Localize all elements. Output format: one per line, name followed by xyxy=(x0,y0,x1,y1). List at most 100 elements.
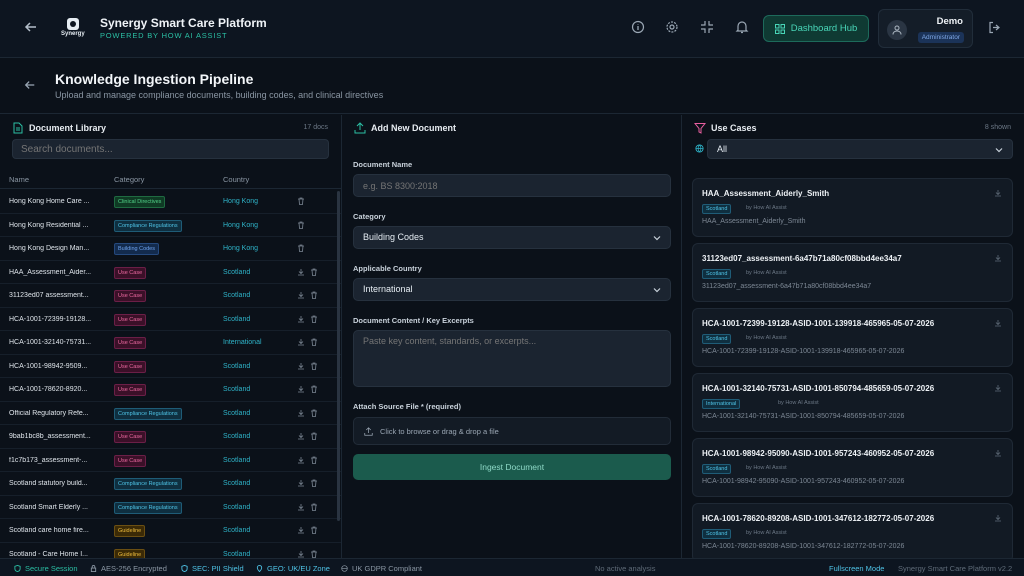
download-icon[interactable] xyxy=(994,384,1002,392)
country-select[interactable]: International xyxy=(353,278,671,301)
download-icon[interactable] xyxy=(297,479,305,487)
trash-icon[interactable] xyxy=(310,362,318,370)
table-row[interactable]: HCA-1001-32140-75731... Use Case Internati… xyxy=(0,331,341,355)
use-case-card[interactable]: HAA_Assessment_Aiderly_Smith Scotland by H… xyxy=(692,178,1013,237)
table-row[interactable]: 31123ed07 assessment... Use Case Scotland xyxy=(0,284,341,308)
trash-icon[interactable] xyxy=(297,221,305,229)
category-badge-label: Clinical Directives xyxy=(114,196,166,208)
trash-icon[interactable] xyxy=(310,503,318,511)
country-filter-select[interactable]: All xyxy=(707,139,1013,159)
table-row[interactable]: HAA_Assessment_Aider... Use Case Scotland xyxy=(0,261,341,284)
search-input[interactable] xyxy=(12,139,329,159)
download-icon[interactable] xyxy=(297,432,305,440)
category-badge-label: Use Case xyxy=(114,337,147,349)
trash-icon[interactable] xyxy=(297,197,305,205)
table-row[interactable]: Hong Kong Design Man... Building Codes Hon… xyxy=(0,237,341,261)
form-title: Add New Document xyxy=(371,123,457,133)
country-link[interactable]: Scotland xyxy=(223,269,250,276)
fullscreen-button[interactable]: Fullscreen Mode xyxy=(829,564,884,573)
info-icon[interactable] xyxy=(631,20,647,36)
country-link[interactable]: Hong Kong xyxy=(223,198,258,205)
country-link[interactable]: Scotland xyxy=(223,363,250,370)
dashboard-hub-button[interactable]: Dashboard Hub xyxy=(763,15,869,42)
download-icon[interactable] xyxy=(994,514,1002,522)
country-link[interactable]: Hong Kong xyxy=(223,222,258,229)
country-link[interactable]: Scotland xyxy=(223,316,250,323)
download-icon[interactable] xyxy=(297,268,305,276)
download-icon[interactable] xyxy=(297,362,305,370)
logout-button[interactable] xyxy=(988,21,1002,35)
download-icon[interactable] xyxy=(297,503,305,511)
country-link[interactable]: Hong Kong xyxy=(223,245,258,252)
trash-icon[interactable] xyxy=(310,550,318,558)
back-button[interactable] xyxy=(22,20,40,38)
download-icon[interactable] xyxy=(297,291,305,299)
download-icon[interactable] xyxy=(994,254,1002,262)
use-case-card[interactable]: HCA-1001-72399-19128-ASID-1001-139918-46… xyxy=(692,308,1013,367)
download-icon[interactable] xyxy=(994,319,1002,327)
encryption-text: AES-256 Encrypted xyxy=(101,564,167,573)
row-actions xyxy=(297,432,318,440)
trash-icon[interactable] xyxy=(310,409,318,417)
table-row[interactable]: 9bab1bc8b_assessment... Use Case Scotland xyxy=(0,425,341,449)
trash-icon[interactable] xyxy=(310,315,318,323)
table-row[interactable]: HCA-1001-72399-19128... Use Case Scotland xyxy=(0,308,341,331)
scrollbar[interactable] xyxy=(337,191,340,521)
table-row[interactable]: Hong Kong Home Care ... Clinical Directiv… xyxy=(0,190,341,214)
country-link[interactable]: Scotland xyxy=(223,480,250,487)
country-link[interactable]: Scotland xyxy=(223,504,250,511)
table-row[interactable]: Scotland care home fire... Guideline Scotl… xyxy=(0,519,341,543)
collapse-icon[interactable] xyxy=(700,20,716,36)
download-icon[interactable] xyxy=(297,526,305,534)
page-back-button[interactable] xyxy=(24,79,36,94)
country-link[interactable]: Scotland xyxy=(223,292,250,299)
ingest-document-button[interactable]: Ingest Document xyxy=(353,454,671,480)
table-row[interactable]: Scotland Smart Elderly ... Compliance Reg… xyxy=(0,496,341,519)
use-case-card[interactable]: 31123ed07_assessment-6a47b71a80cf08bbd4e… xyxy=(692,243,1013,302)
trash-icon[interactable] xyxy=(310,338,318,346)
download-icon[interactable] xyxy=(297,338,305,346)
content-textarea[interactable] xyxy=(353,330,671,387)
country-link[interactable]: Scotland xyxy=(223,457,250,464)
download-icon[interactable] xyxy=(297,385,305,393)
use-case-title: HCA-1001-32140-75731-ASID-1001-850794-48… xyxy=(702,384,935,393)
use-case-card[interactable]: HCA-1001-98942-95090-ASID-1001-957243-46… xyxy=(692,438,1013,497)
category-select[interactable]: Building Codes xyxy=(353,226,671,249)
author-text: by How AI Assist xyxy=(746,270,787,276)
country-link[interactable]: Scotland xyxy=(223,433,250,440)
bell-icon[interactable] xyxy=(735,20,751,36)
use-case-card[interactable]: HCA-1001-78620-89208-ASID-1001-347612-18… xyxy=(692,503,1013,562)
download-icon[interactable] xyxy=(297,315,305,323)
trash-icon[interactable] xyxy=(310,291,318,299)
country-link[interactable]: International xyxy=(223,339,262,346)
download-icon[interactable] xyxy=(297,456,305,464)
gear-icon[interactable] xyxy=(665,20,681,36)
use-case-card[interactable]: HCA-1001-32140-75731-ASID-1001-850794-48… xyxy=(692,373,1013,432)
table-row[interactable]: Scotland statutory build... Compliance Re… xyxy=(0,472,341,496)
country-link[interactable]: Scotland xyxy=(223,386,250,393)
table-row[interactable]: HCA-1001-98942-9509... Use Case Scotland xyxy=(0,355,341,378)
app-title: Synergy Smart Care Platform xyxy=(100,16,267,30)
trash-icon[interactable] xyxy=(310,385,318,393)
trash-icon[interactable] xyxy=(297,244,305,252)
country-link[interactable]: Scotland xyxy=(223,410,250,417)
download-icon[interactable] xyxy=(994,449,1002,457)
trash-icon[interactable] xyxy=(310,526,318,534)
download-icon[interactable] xyxy=(297,550,305,558)
user-menu[interactable]: Demo Administrator xyxy=(878,9,973,48)
download-icon[interactable] xyxy=(297,409,305,417)
table-row[interactable]: HCA-1001-78620-8920... Use Case Scotland xyxy=(0,378,341,402)
table-row[interactable]: Hong Kong Residential ... Compliance Regu… xyxy=(0,214,341,237)
table-row[interactable]: f1c7b173_assessment-... Use Case Scotland xyxy=(0,449,341,472)
country-link[interactable]: Scotland xyxy=(223,527,250,534)
trash-icon[interactable] xyxy=(310,268,318,276)
document-name-input[interactable] xyxy=(353,174,671,197)
download-icon[interactable] xyxy=(994,189,1002,197)
page-title: Knowledge Ingestion Pipeline xyxy=(55,71,254,87)
trash-icon[interactable] xyxy=(310,479,318,487)
file-dropzone[interactable]: Click to browse or drag & drop a file xyxy=(353,417,671,445)
trash-icon[interactable] xyxy=(310,432,318,440)
table-row[interactable]: Official Regulatory Refe... Compliance Re… xyxy=(0,402,341,425)
trash-icon[interactable] xyxy=(310,456,318,464)
country-link[interactable]: Scotland xyxy=(223,551,250,558)
